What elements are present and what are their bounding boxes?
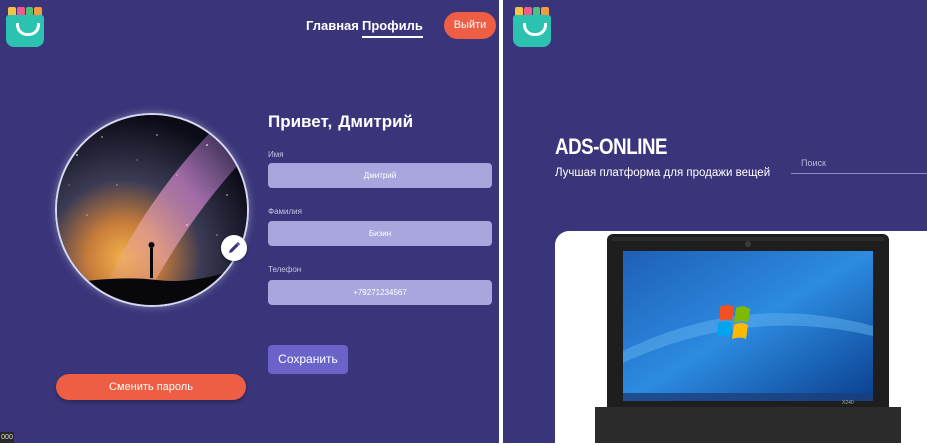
greeting-title: Привет, Дмитрий (268, 112, 413, 132)
greeting-hello: Привет, (268, 112, 333, 131)
phone-field[interactable]: +79271234567 (268, 280, 492, 305)
nav-profile-link[interactable]: Профиль (362, 18, 423, 38)
corner-label: 000 (0, 432, 14, 443)
avatar-image (57, 115, 247, 305)
search-input[interactable] (791, 152, 927, 174)
first-name-label: Имя (268, 150, 284, 159)
pencil-icon (229, 241, 241, 253)
first-name-field[interactable]: Дмитрий (268, 163, 492, 188)
logout-button[interactable]: Выйти (444, 12, 496, 39)
greeting-name: Дмитрий (338, 112, 414, 131)
edit-avatar-button[interactable] (221, 235, 247, 261)
home-page: ADS-ONLINE Лучшая платформа для продажи … (503, 0, 927, 443)
brand-title: ADS-ONLINE (555, 134, 668, 159)
bag-body (513, 15, 551, 47)
phone-label: Телефон (268, 265, 302, 274)
avatar (55, 113, 249, 307)
shopping-bag-icon[interactable] (6, 7, 44, 47)
bag-body (6, 15, 44, 47)
nav-home-link[interactable]: Главная (306, 18, 359, 33)
laptop-model-label: X240 (842, 400, 854, 406)
profile-page: Главная Профиль Выйти Сменить пароль При… (0, 0, 499, 443)
last-name-label: Фамилия (268, 207, 302, 216)
hero-image: X240 (555, 231, 927, 443)
save-button[interactable]: Сохранить (268, 345, 348, 374)
shopping-bag-icon[interactable] (513, 7, 551, 47)
last-name-field[interactable]: Бизин (268, 221, 492, 246)
change-password-button[interactable]: Сменить пароль (56, 374, 246, 400)
laptop-image: X240 (595, 234, 901, 443)
brand-tagline: Лучшая платформа для продажи вещей (555, 167, 771, 179)
